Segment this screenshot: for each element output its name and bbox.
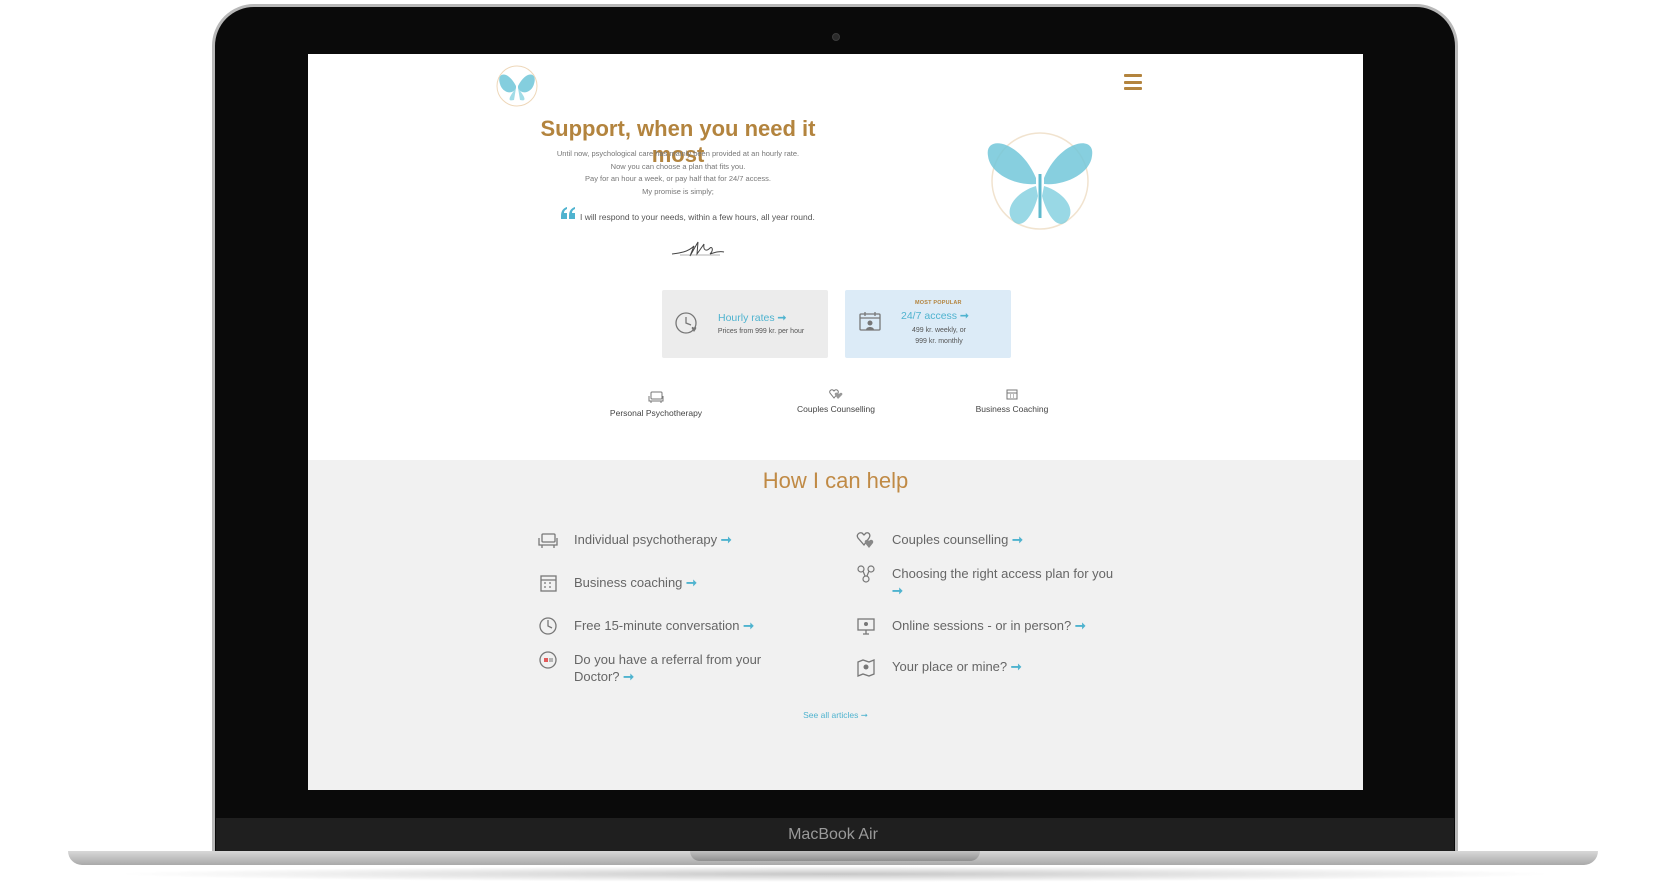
calendar-icon xyxy=(540,575,557,592)
calendar-person-icon xyxy=(859,312,881,331)
arrow-right-icon: ➞ xyxy=(959,310,969,322)
help-item-individual-psychotherapy[interactable]: Individual psychotherapy ➞ xyxy=(538,530,798,550)
referral-icon xyxy=(539,651,557,669)
camera xyxy=(832,33,840,41)
help-item-your-place-or-mine[interactable]: Your place or mine? ➞ xyxy=(856,657,1136,677)
calendar-icon xyxy=(1006,389,1018,400)
arrow-right-icon: ➞ xyxy=(743,618,755,633)
help-item-label: Business coaching ➞ xyxy=(574,575,697,590)
logo-butterfly-icon[interactable] xyxy=(494,64,540,108)
hourly-rates-subtitle: Prices from 999 kr. per hour xyxy=(717,328,805,335)
help-item-label: Free 15-minute conversation ➞ xyxy=(574,618,755,633)
help-item-free-conversation[interactable]: Free 15-minute conversation ➞ xyxy=(538,616,798,636)
access-24-7-card[interactable]: MOST POPULAR 24/7 access ➞ 499 kr. weekl… xyxy=(845,290,1011,358)
price-weekly: 499 kr. weekly, or xyxy=(912,327,966,334)
service-label: Couples Counselling xyxy=(797,404,875,414)
device-label: MacBook Air xyxy=(788,826,878,843)
service-personal-psychotherapy[interactable]: Personal Psychotherapy xyxy=(584,390,728,418)
see-all-articles-link[interactable]: See all articles ➞ xyxy=(308,710,1363,721)
help-item-label: Do you have a referral from your Doctor?… xyxy=(574,652,762,684)
couch-icon xyxy=(648,391,664,403)
hero-line: Until now, psychological care has mainly… xyxy=(556,149,800,158)
service-label: Personal Psychotherapy xyxy=(609,408,703,418)
options-icon xyxy=(857,565,875,583)
arrow-right-icon: ➞ xyxy=(1011,532,1023,547)
monitor-icon xyxy=(857,618,875,635)
hourly-rates-title[interactable]: Hourly rates ➞ xyxy=(718,312,786,324)
access-24-7-subtitle: 499 kr. weekly, or 999 kr. monthly xyxy=(889,325,989,347)
clock-heart-icon xyxy=(675,312,697,334)
help-item-online-sessions[interactable]: Online sessions - or in person? ➞ xyxy=(856,616,1136,636)
arrow-right-icon: ➞ xyxy=(686,575,697,590)
couch-icon xyxy=(538,533,558,548)
quote-icon xyxy=(561,207,575,219)
screen: Support, when you need it most Until now… xyxy=(308,54,1363,790)
service-couples-counselling[interactable]: Couples Counselling xyxy=(764,388,908,414)
help-item-label: Online sessions - or in person? ➞ xyxy=(892,618,1086,633)
service-label: Business Coaching xyxy=(975,404,1049,414)
map-icon xyxy=(857,659,875,677)
help-section-title: How I can help xyxy=(762,468,909,493)
arrow-right-icon: ➞ xyxy=(777,312,787,324)
signature-image xyxy=(671,241,725,257)
arrow-right-icon: ➞ xyxy=(623,669,635,684)
how-i-can-help-section xyxy=(308,460,1363,790)
arrow-right-icon: ➞ xyxy=(1074,618,1086,633)
most-popular-badge: MOST POPULAR xyxy=(915,300,962,306)
help-item-label: Choosing the right access plan for you ➞ xyxy=(892,566,1114,598)
hero-line: Pay for an hour a week, or pay half that… xyxy=(585,174,771,183)
help-item-label: Your place or mine? ➞ xyxy=(892,659,1022,674)
arrow-right-icon: ➞ xyxy=(720,532,732,547)
laptop-notch xyxy=(690,851,980,861)
help-item-choosing-access-plan[interactable]: Choosing the right access plan for you ➞ xyxy=(856,564,1156,600)
hearts-icon xyxy=(856,532,874,548)
help-item-label: Couples counselling ➞ xyxy=(892,532,1023,547)
help-item-doctor-referral[interactable]: Do you have a referral from your Doctor?… xyxy=(538,650,798,686)
help-item-label: Individual psychotherapy ➞ xyxy=(574,532,732,547)
hero-butterfly-image xyxy=(987,132,1093,230)
hero-line: Now you can choose a plan that fits you. xyxy=(610,161,746,171)
help-item-business-coaching[interactable]: Business coaching ➞ xyxy=(538,573,798,593)
hearts-icon xyxy=(829,389,843,399)
promise-quote: I will respond to your needs, within a f… xyxy=(580,212,815,222)
clock-icon xyxy=(539,617,557,635)
help-item-couples-counselling[interactable]: Couples counselling ➞ xyxy=(856,530,1136,550)
service-business-coaching[interactable]: Business Coaching xyxy=(940,388,1084,414)
hourly-rates-card[interactable]: Hourly rates ➞ Prices from 999 kr. per h… xyxy=(662,290,828,358)
arrow-right-icon: ➞ xyxy=(1010,659,1022,674)
arrow-right-icon: ➞ xyxy=(892,583,903,598)
hero-description: Until now, psychological care has mainly… xyxy=(528,148,828,198)
access-24-7-title[interactable]: 24/7 access ➞ xyxy=(901,310,969,322)
price-monthly: 999 kr. monthly xyxy=(915,338,963,345)
hero-line: My promise is simply; xyxy=(642,186,714,196)
laptop-shadow xyxy=(110,866,1560,882)
hamburger-menu-icon[interactable] xyxy=(1124,74,1142,90)
